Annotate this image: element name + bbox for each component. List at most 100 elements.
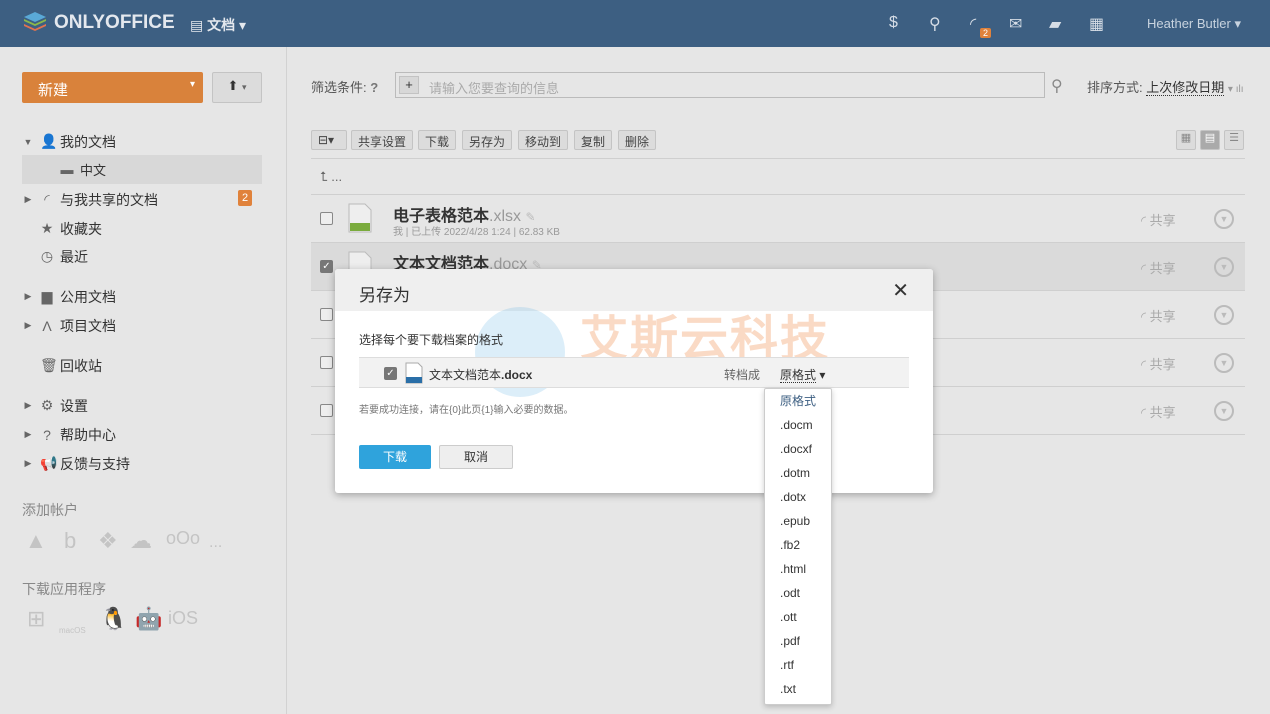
expand-icon: ▶ xyxy=(24,458,32,468)
row-menu-button[interactable]: ▼ xyxy=(1214,209,1234,229)
sidebar-item-projects[interactable]: ▶ Ʌ 项目文档 xyxy=(22,311,262,340)
tile-view-button[interactable]: ▦ xyxy=(1176,130,1196,150)
sidebar-item-chinese[interactable]: ▬ 中文 xyxy=(22,155,262,184)
download-button[interactable]: 下载 xyxy=(359,445,431,469)
list-view-button[interactable]: ☰ xyxy=(1224,130,1244,150)
sidebar-item-help[interactable]: ▶? 帮助中心 xyxy=(22,420,262,449)
chevron-down-icon: ▾ xyxy=(242,82,247,92)
search-icon[interactable]: ⚲ xyxy=(1051,76,1063,96)
save-as-button[interactable]: 另存为 xyxy=(462,130,513,150)
filter-label: 筛选条件: ? xyxy=(311,80,379,95)
projects-icon: Ʌ xyxy=(42,317,52,334)
sidebar-item-favorites[interactable]: ★ 收藏夹 xyxy=(22,214,262,243)
sidebar-item-shared[interactable]: ▶ ◜ 与我共享的文档 2 xyxy=(22,185,262,214)
sidebar-item-recent[interactable]: ◷ 最近 xyxy=(22,242,262,271)
sidebar-item-feedback[interactable]: ▶ 📢 反馈与支持 xyxy=(22,449,262,478)
format-option[interactable]: .dotx xyxy=(765,485,831,509)
google-drive-icon[interactable]: ▲ xyxy=(25,528,47,554)
add-filter-button[interactable]: + xyxy=(399,76,419,94)
new-button[interactable]: 新建 ▾ xyxy=(22,72,203,103)
edit-icon[interactable]: ✎ xyxy=(525,210,535,224)
sidebar-item-common[interactable]: ▶ ▆ 公用文档 xyxy=(22,282,262,311)
share-settings-button[interactable]: 共享设置 xyxy=(351,130,414,150)
row-checkbox[interactable] xyxy=(320,308,333,321)
close-icon[interactable]: ✕ xyxy=(892,278,909,303)
nextcloud-icon[interactable]: oOo xyxy=(166,528,200,549)
user-menu[interactable]: Heather Butler ▾ xyxy=(1147,16,1241,32)
move-button[interactable]: 移动到 xyxy=(518,130,569,150)
delete-button[interactable]: 删除 xyxy=(618,130,657,150)
file-row[interactable]: 电子表格范本.xlsx ✎ 我 | 已上传 2022/4/28 1:24 | 6… xyxy=(311,195,1245,242)
format-option[interactable]: .txt xyxy=(765,677,831,701)
add-account-title: 添加帐户 xyxy=(22,502,78,518)
search-input[interactable]: + 请输入您要查询的信息 xyxy=(395,72,1045,98)
share-button[interactable]: ◜ 共享 xyxy=(1141,306,1176,325)
trash-icon: 🗑 xyxy=(40,357,58,373)
format-option[interactable]: .epub xyxy=(765,509,831,533)
windows-icon[interactable]: ⊞ xyxy=(27,606,45,632)
sort-control[interactable]: 排序方式: 上次修改日期 ▾ ılı xyxy=(1087,77,1243,96)
format-option[interactable]: .odt xyxy=(765,581,831,605)
ios-link[interactable]: iOS xyxy=(168,608,198,629)
share-button[interactable]: ◜ 共享 xyxy=(1141,258,1176,277)
more-accounts[interactable]: ... xyxy=(209,534,222,552)
dropbox-icon[interactable]: ❖ xyxy=(98,528,118,554)
sidebar-item-settings[interactable]: ▶ ⚙ 设置 xyxy=(22,391,262,420)
format-option[interactable]: .ott xyxy=(765,605,831,629)
format-option[interactable]: .rtf xyxy=(765,653,831,677)
clock-icon: ◷ xyxy=(40,248,54,264)
row-menu-button[interactable]: ▼ xyxy=(1214,305,1234,325)
format-option[interactable]: .docm xyxy=(765,413,831,437)
dialog-title: 另存为 xyxy=(359,286,410,305)
share-button[interactable]: ◜ 共享 xyxy=(1141,210,1176,229)
logo-text: ONLYOFFICE xyxy=(54,12,175,33)
format-option[interactable]: .html xyxy=(765,557,831,581)
expand-icon: ▶ xyxy=(24,429,32,439)
android-icon[interactable]: 🤖 xyxy=(135,606,162,632)
upload-button[interactable]: ⬆ ▾ xyxy=(212,72,262,103)
feed-icon[interactable]: ◜ xyxy=(970,14,976,34)
format-option[interactable]: 原格式 xyxy=(765,389,831,413)
gear-icon: ⚙ xyxy=(40,397,54,413)
linux-icon[interactable]: 🐧 xyxy=(100,606,127,632)
format-option[interactable]: .fb2 xyxy=(765,533,831,557)
format-select[interactable]: 原格式 ▾ xyxy=(780,366,825,383)
format-option[interactable]: .pdf xyxy=(765,629,831,653)
up-folder-link[interactable]: ⮤ ... xyxy=(320,169,342,185)
format-option[interactable]: .docxf xyxy=(765,437,831,461)
row-checkbox[interactable] xyxy=(320,356,333,369)
compact-view-button[interactable]: ▤ xyxy=(1200,130,1220,150)
folder-icon: ▬ xyxy=(60,162,74,177)
sidebar-item-my-documents[interactable]: ▼ 👤 我的文档 xyxy=(22,127,262,156)
chat-icon[interactable]: ▰ xyxy=(1049,14,1061,34)
sidebar-item-trash[interactable]: 🗑 回收站 xyxy=(22,351,262,380)
file-checkbox[interactable]: ✓ xyxy=(384,367,397,380)
shared-icon: ◜ xyxy=(44,191,50,207)
expand-icon: ▶ xyxy=(24,291,32,301)
row-checkbox[interactable] xyxy=(320,404,333,417)
star-icon: ★ xyxy=(40,220,54,236)
row-menu-button[interactable]: ▼ xyxy=(1214,353,1234,373)
download-button[interactable]: 下载 xyxy=(418,130,457,150)
share-button[interactable]: ◜ 共享 xyxy=(1141,354,1176,373)
payment-icon[interactable]: $ xyxy=(889,14,898,32)
onedrive-icon[interactable]: ☁ xyxy=(130,528,152,554)
row-checkbox[interactable]: ✓ xyxy=(320,260,333,273)
calendar-icon[interactable]: ▦ xyxy=(1089,14,1104,34)
copy-button[interactable]: 复制 xyxy=(574,130,613,150)
module-menu[interactable]: ▤ 文档 ▾ xyxy=(190,15,246,35)
box-icon[interactable]: b xyxy=(64,528,76,554)
share-button[interactable]: ◜ 共享 xyxy=(1141,402,1176,421)
logo-icon xyxy=(24,12,46,31)
logo[interactable]: ONLYOFFICE xyxy=(22,10,175,36)
cancel-button[interactable]: 取消 xyxy=(439,445,513,469)
mail-icon[interactable]: ✉ xyxy=(1009,14,1022,34)
row-menu-button[interactable]: ▼ xyxy=(1214,257,1234,277)
format-option[interactable]: .dotm xyxy=(765,461,831,485)
select-all-checkbox[interactable]: ⊟▾ xyxy=(311,130,347,150)
save-as-dialog: 另存为✕ 艾斯云科技AISYUN TECHNOLOGY 选择每个要下载档案的格式… xyxy=(335,269,933,493)
help-icon[interactable]: ? xyxy=(370,80,378,95)
search-icon[interactable]: ⚲ xyxy=(929,14,941,34)
row-menu-button[interactable]: ▼ xyxy=(1214,401,1234,421)
row-checkbox[interactable] xyxy=(320,212,333,225)
